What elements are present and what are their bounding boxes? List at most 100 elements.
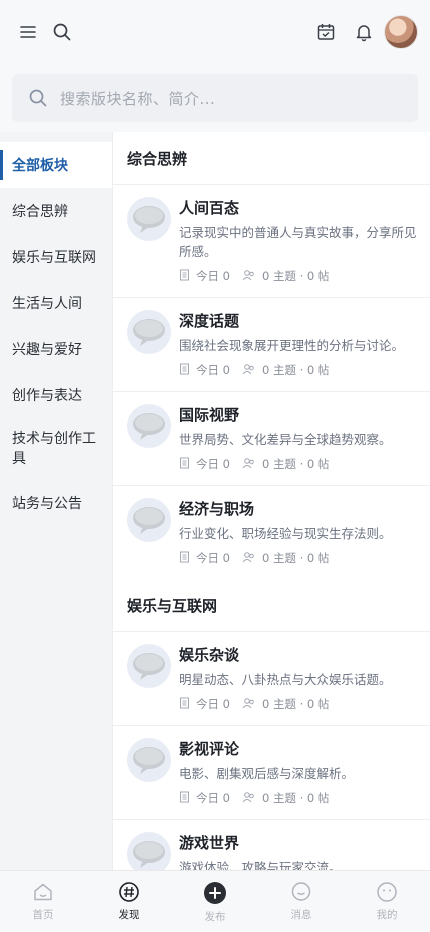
sidebar-item-label: 综合思辨 [12,204,68,220]
forum-bubble-icon [127,197,171,241]
calendar-check-icon[interactable] [312,18,340,46]
document-icon [179,551,196,566]
sidebar-item-entertainment[interactable]: 娱乐与互联网 [0,234,112,280]
category-sidebar: 全部板块 综合思辨 娱乐与互联网 生活与人间 兴趣与爱好 创作与表达 技术与创作… [0,132,112,870]
topic-post-count: 0 主题 · 0 帖 [261,791,330,805]
topic-stat: 0 主题 · 0 帖 [242,696,329,712]
today-stat: 今日 0 [179,456,230,472]
search-input[interactable]: 搜索版块名称、简介... [12,74,418,122]
today-count: 今日 0 [196,269,230,283]
search-icon[interactable] [48,18,76,46]
forum-description: 行业变化、职场经验与现实生存法则。 [179,526,392,541]
avatar[interactable] [384,15,418,49]
forum-bubble-icon [127,644,171,688]
tab-label: 我的 [376,909,398,921]
forum-item[interactable]: 经济与职场行业变化、职场经验与现实生存法则。 今日 0 0 主题 · 0 帖 [113,485,430,579]
forum-bubble-icon [127,310,171,354]
sidebar-item-announcements[interactable]: 站务与公告 [0,480,112,526]
user-face-icon [377,882,397,902]
forum-description: 游戏体验、攻略与玩家交流。 [179,860,342,870]
tab-post[interactable]: 发布 [172,871,258,932]
topic-stat: 0 主题 · 0 帖 [242,550,329,566]
users-icon [242,363,262,378]
plus-circle-icon [204,882,226,904]
topic-stat: 0 主题 · 0 帖 [242,268,329,284]
today-stat: 今日 0 [179,550,230,566]
home-icon [34,883,52,901]
forum-item[interactable]: 娱乐杂谈 明星动态、八卦热点与大众娱乐话题。 今日 0 0 主题 · 0 帖 [113,631,430,725]
today-count: 今日 0 [196,457,230,471]
forum-name: 游戏世界 [179,834,240,852]
bell-icon[interactable] [350,18,378,46]
forum-stats: 今日 0 0 主题 · 0 帖 [179,789,418,807]
today-stat: 今日 0 [179,362,230,378]
today-count: 今日 0 [196,363,230,377]
forum-name: 国际视野 [179,406,240,424]
topic-stat: 0 主题 · 0 帖 [242,456,329,472]
tab-home[interactable]: 首页 [0,871,86,932]
sidebar-item-label: 生活与人间 [12,296,82,312]
sidebar-item-label: 娱乐与互联网 [12,250,96,266]
forum-item[interactable]: 人间百态记录现实中的普通人与真实故事，分享所见所感。今日 0 0 主题 · 0 帖 [113,184,430,297]
forum-bubble-icon [127,738,171,782]
forum-name: 经济与职场 [179,500,255,518]
forum-bubble-icon [127,832,171,870]
sidebar-item-label: 站务与公告 [12,496,82,512]
users-icon [242,697,262,712]
tab-discover[interactable]: 发现 [86,871,172,932]
topic-post-count: 0 主题 · 0 帖 [261,551,330,565]
forum-item[interactable]: 游戏世界游戏体验、攻略与玩家交流。 [113,819,430,870]
forum-item[interactable]: 国际视野世界局势、文化差异与全球趋势观察。今日 0 0 主题 · 0 帖 [113,391,430,485]
forum-description: 记录现实中的普通人与真实故事，分享所见所感。 [179,225,417,259]
forum-list: 综合思辨 人间百态 记录现实中的普通人与真实故事，分享所见所感。 今日 0 0 主题 ·… [112,132,430,870]
sidebar-item-all[interactable]: 全部板块 [0,142,112,188]
sidebar-item-life[interactable]: 生活与人间 [0,280,112,326]
bottom-nav: 首页 发现 发布 消息 我的 [0,870,430,932]
topic-post-count: 0 主题 · 0 帖 [261,457,330,471]
forum-name: 深度话题 [179,312,240,330]
today-stat: 今日 0 [179,790,230,806]
users-icon [242,457,262,472]
search-area: 搜索版块名称、简介... [0,64,430,132]
sidebar-item-creation[interactable]: 创作与表达 [0,372,112,418]
today-stat: 今日 0 [179,268,230,284]
topic-stat: 0 主题 · 0 帖 [242,790,329,806]
document-icon [179,697,196,712]
tab-profile[interactable]: 我的 [344,871,430,932]
sidebar-item-label: 全部板块 [12,158,68,174]
today-count: 今日 0 [196,697,230,711]
sidebar-item-label: 兴趣与爱好 [12,342,82,358]
users-icon [242,551,262,566]
sidebar-item-thinking[interactable]: 综合思辨 [0,188,112,234]
forum-item[interactable]: 深度话题围绕社会现象展开更理性的分析与讨论。今日 0 0 主题 · 0 帖 [113,297,430,391]
section-title: 娱乐与互联网 [127,596,218,615]
sidebar-item-tech[interactable]: 技术与创作工具 [0,418,112,480]
tab-label: 消息 [290,909,312,921]
sidebar-item-hobbies[interactable]: 兴趣与爱好 [0,326,112,372]
chat-icon [291,882,311,901]
forum-bubble-icon [127,404,171,448]
menu-icon[interactable] [14,18,42,46]
forum-description: 世界局势、文化差异与全球趋势观察。 [179,432,392,447]
users-icon [242,269,262,284]
document-icon [179,791,196,806]
forum-item[interactable]: 影视评论 电影、剧集观后感与深度解析。 今日 0 0 主题 · 0 帖 [113,725,430,819]
forum-description: 围绕社会现象展开更理性的分析与讨论。 [179,338,405,353]
today-count: 今日 0 [196,791,230,805]
forum-stats: 今日 0 0 主题 · 0 帖 [179,455,418,473]
forum-stats: 今日 0 0 主题 · 0 帖 [179,549,418,567]
forum-name: 人间百态 [179,199,240,217]
tab-messages[interactable]: 消息 [258,871,344,932]
forum-description: 明星动态、八卦热点与大众娱乐话题。 [179,672,392,687]
sidebar-item-label: 技术与创作工具 [12,431,96,467]
tab-label: 首页 [32,909,54,921]
forum-stats: 今日 0 0 主题 · 0 帖 [179,361,418,379]
topic-post-count: 0 主题 · 0 帖 [261,363,330,377]
tab-label: 发布 [204,911,226,923]
document-icon [179,269,196,284]
forum-stats: 今日 0 0 主题 · 0 帖 [179,695,418,713]
document-icon [179,457,196,472]
search-placeholder: 搜索版块名称、简介... [60,89,216,108]
forum-bubble-icon [127,498,171,542]
tab-label: 发现 [118,909,140,921]
